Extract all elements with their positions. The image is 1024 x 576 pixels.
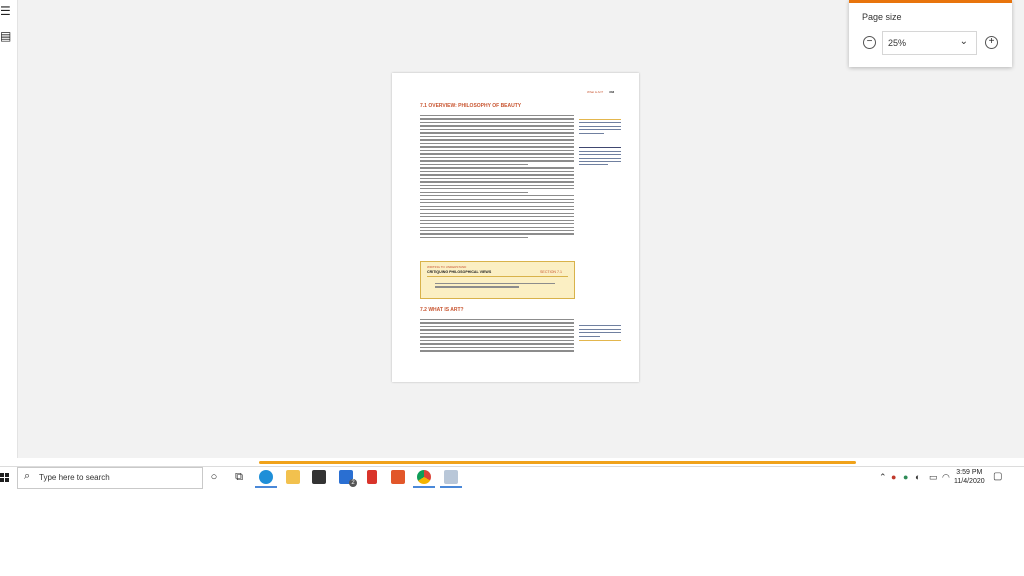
zoom-value: 25%: [888, 38, 907, 48]
body-text-section-1: [420, 115, 574, 240]
battery-icon[interactable]: ▭: [929, 471, 938, 483]
document-viewer: ☰ ▤ What is Art? 333 7.1 OVERVIEW: PHILOS…: [0, 0, 1024, 458]
chevron-down-icon: ⌄: [959, 36, 968, 47]
vpn-icon[interactable]: ◐: [915, 471, 920, 483]
callout-kicker: WRITING TO UNDERSTAND: [427, 265, 467, 269]
search-icon: ⌕: [24, 470, 31, 482]
viewer-side-toolbar: ☰ ▤: [0, 0, 18, 458]
mail-icon[interactable]: 2: [339, 470, 357, 487]
action-center-icon[interactable]: ▢: [993, 471, 1002, 482]
clock-time: 3:59 PM: [956, 469, 983, 476]
start-icon[interactable]: [0, 473, 9, 482]
gift-icon[interactable]: [367, 470, 377, 484]
windows-taskbar: ⌕ Type here to search ○ ⧉ 2 ⌃ ● ● ◐ ▭ ◠ …: [0, 466, 1024, 489]
antivirus-icon[interactable]: ●: [891, 471, 896, 483]
margin-note-quote: [579, 119, 621, 134]
file-explorer-icon[interactable]: [286, 470, 300, 484]
table-of-contents-icon[interactable]: ☰: [0, 4, 12, 18]
sync-icon[interactable]: ●: [903, 471, 908, 483]
horizontal-scrollbar[interactable]: [17, 458, 1024, 466]
page-size-popup: Page size − 25% ⌄ +: [849, 0, 1012, 67]
task-view-icon[interactable]: ⧉: [232, 470, 246, 484]
wifi-icon[interactable]: ◠: [942, 471, 950, 483]
callout-question: [435, 283, 555, 290]
page-size-dropdown[interactable]: 25% ⌄: [882, 31, 977, 55]
section-title-overview: 7.1 OVERVIEW: PHILOSOPHY OF BEAUTY: [420, 103, 522, 109]
cortana-icon[interactable]: ○: [207, 470, 221, 484]
section-title-what-is-art: 7.2 WHAT IS ART?: [420, 307, 464, 313]
margin-note-quote-2: [579, 323, 621, 341]
notes-icon[interactable]: ▤: [0, 29, 12, 43]
clock-date: 11/4/2020: [954, 478, 985, 485]
taskbar-clock[interactable]: 3:59 PM 11/4/2020: [954, 468, 985, 486]
scroll-progress-indicator: [259, 461, 856, 464]
edge-icon[interactable]: [259, 470, 273, 484]
store-icon[interactable]: [312, 470, 326, 484]
paint-icon[interactable]: [444, 470, 458, 484]
zoom-out-button[interactable]: −: [863, 36, 876, 49]
chrome-icon[interactable]: [417, 470, 431, 484]
mail-badge: 2: [349, 479, 357, 487]
margin-note-definition: [579, 145, 621, 166]
zoom-in-button[interactable]: +: [985, 36, 998, 49]
document-page: What is Art? 333 7.1 OVERVIEW: PHILOSOPHY…: [392, 73, 639, 382]
show-hidden-icons-icon[interactable]: ⌃: [879, 471, 887, 483]
running-header: What is Art? 333: [587, 90, 614, 94]
callout-title: CRITIQUING PHILOSOPHICAL VIEWS: [427, 270, 492, 274]
body-text-section-2: [420, 319, 574, 354]
office-icon[interactable]: [391, 470, 405, 484]
writing-to-understand-box: WRITING TO UNDERSTAND CRITIQUING PHILOSO…: [420, 261, 575, 299]
callout-section: SECTION 7.1: [540, 270, 562, 274]
popup-title: Page size: [862, 12, 902, 22]
taskbar-search-box[interactable]: ⌕ Type here to search: [17, 467, 203, 489]
running-header-title: What is Art?: [587, 90, 604, 94]
search-placeholder: Type here to search: [39, 473, 110, 482]
page-number: 333: [609, 90, 615, 94]
